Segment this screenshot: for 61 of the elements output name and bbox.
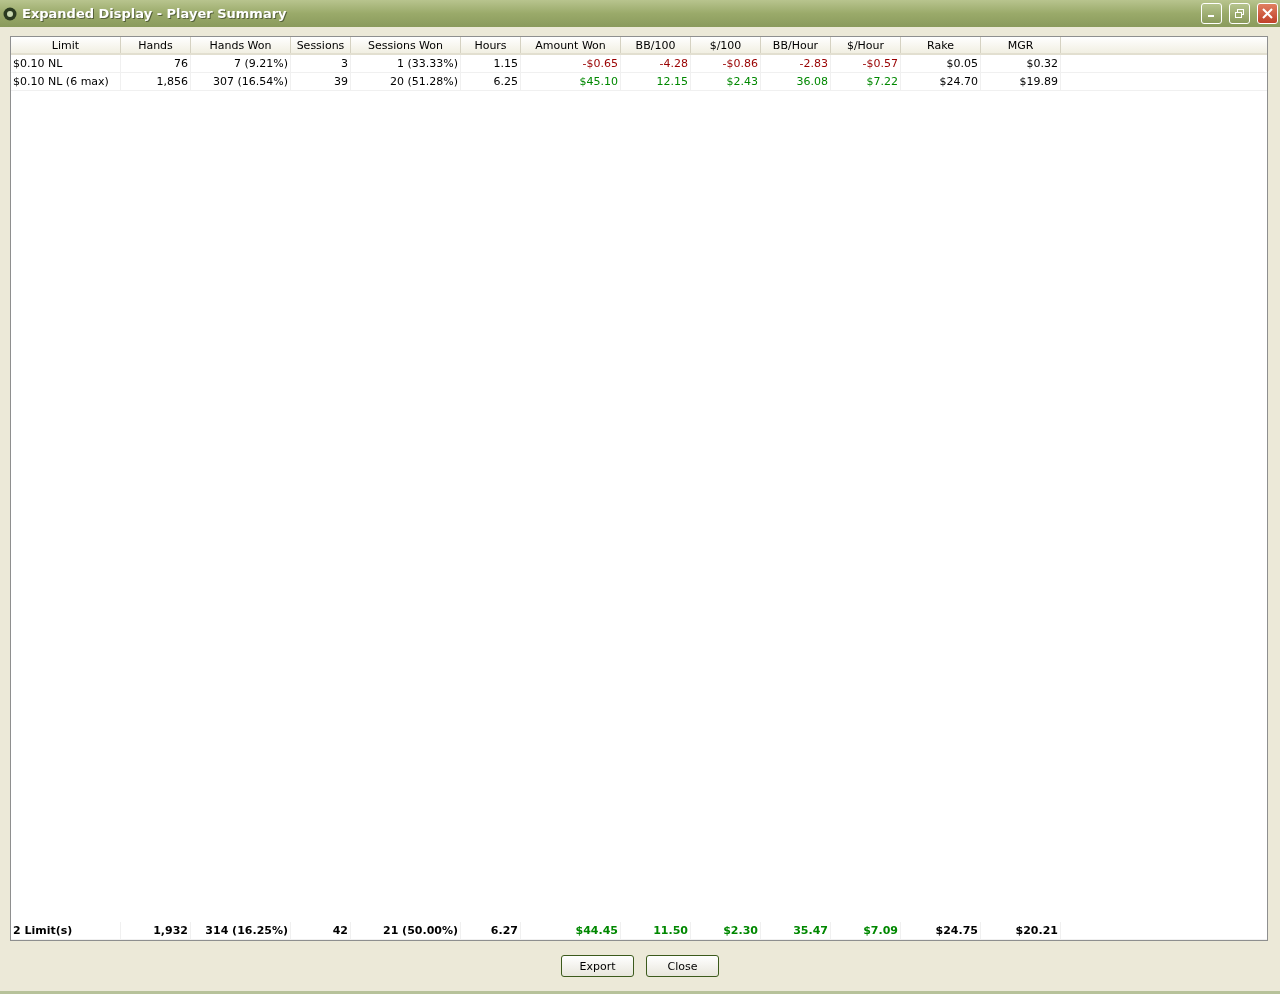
- table-cell: -$0.57: [831, 55, 901, 72]
- window-title: Expanded Display - Player Summary: [22, 6, 288, 21]
- column-header[interactable]: Rake: [901, 37, 981, 53]
- close-button[interactable]: [1257, 3, 1278, 24]
- table-cell: $24.70: [901, 73, 981, 90]
- column-header[interactable]: Hands Won: [191, 37, 291, 53]
- table-cell: 7 (9.21%): [191, 55, 291, 72]
- table-cell: 36.08: [761, 73, 831, 90]
- export-button[interactable]: Export: [561, 955, 634, 977]
- table-cell: $20.21: [981, 922, 1061, 939]
- column-header[interactable]: Hours: [461, 37, 521, 53]
- column-header[interactable]: Amount Won: [521, 37, 621, 53]
- close-dialog-button[interactable]: Close: [646, 955, 719, 977]
- column-header[interactable]: $/100: [691, 37, 761, 53]
- table-cell: 2 Limit(s): [11, 922, 121, 939]
- table-cell: $2.43: [691, 73, 761, 90]
- restore-icon: [1234, 8, 1245, 19]
- table-cell: 1,856: [121, 73, 191, 90]
- minimize-button[interactable]: [1201, 3, 1222, 24]
- table-cell: 314 (16.25%): [191, 922, 291, 939]
- column-header[interactable]: BB/100: [621, 37, 691, 53]
- table-cell: $0.32: [981, 55, 1061, 72]
- close-icon: [1262, 8, 1273, 19]
- table-cell: $24.75: [901, 922, 981, 939]
- table-cell: $7.22: [831, 73, 901, 90]
- table-cell: 1 (33.33%): [351, 55, 461, 72]
- table-cell: 1,932: [121, 922, 191, 939]
- table-cell: $19.89: [981, 73, 1061, 90]
- restore-button[interactable]: [1229, 3, 1250, 24]
- table-cell: -$0.86: [691, 55, 761, 72]
- app-logo-icon: [3, 6, 17, 21]
- table-cell: 3: [291, 55, 351, 72]
- table-cell: 76: [121, 55, 191, 72]
- table-cell: $0.10 NL: [11, 55, 121, 72]
- table-cell: $45.10: [521, 73, 621, 90]
- table-cell: 6.27: [461, 922, 521, 939]
- table-cell: 1.15: [461, 55, 521, 72]
- table-cell: 12.15: [621, 73, 691, 90]
- table-cell: 21 (50.00%): [351, 922, 461, 939]
- table-cell: $44.45: [521, 922, 621, 939]
- table-cell: $7.09: [831, 922, 901, 939]
- table-cell: -4.28: [621, 55, 691, 72]
- column-header[interactable]: Limit: [11, 37, 121, 53]
- column-header[interactable]: Sessions Won: [351, 37, 461, 53]
- table-cell: -$0.65: [521, 55, 621, 72]
- table-cell: $0.10 NL (6 max): [11, 73, 121, 90]
- column-header[interactable]: BB/Hour: [761, 37, 831, 53]
- table-cell: 307 (16.54%): [191, 73, 291, 90]
- table-cell: -2.83: [761, 55, 831, 72]
- table-cell: 42: [291, 922, 351, 939]
- column-header[interactable]: Hands: [121, 37, 191, 53]
- table-cell: 35.47: [761, 922, 831, 939]
- table-cell: 20 (51.28%): [351, 73, 461, 90]
- table-cell: 39: [291, 73, 351, 90]
- table-cell: 11.50: [621, 922, 691, 939]
- column-header[interactable]: $/Hour: [831, 37, 901, 53]
- column-header[interactable]: MGR: [981, 37, 1061, 53]
- table-cell: $0.05: [901, 55, 981, 72]
- table-cell: 6.25: [461, 73, 521, 90]
- column-header[interactable]: Sessions: [291, 37, 351, 53]
- table-cell: $2.30: [691, 922, 761, 939]
